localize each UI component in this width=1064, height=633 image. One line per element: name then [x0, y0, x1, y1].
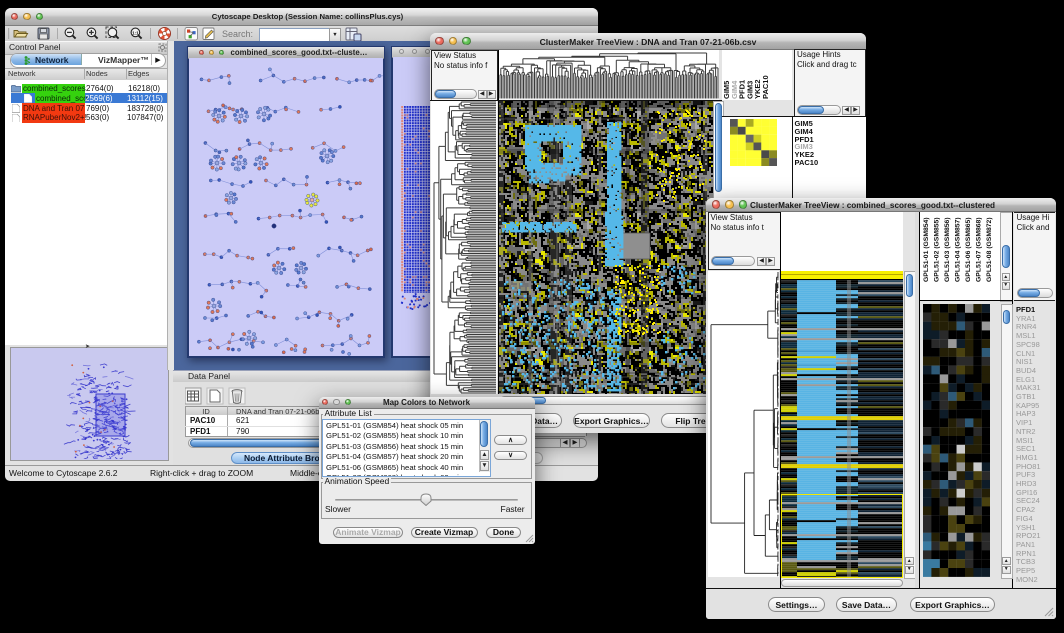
svg-text:GPL51-06 (GSM865): GPL51-06 (GSM865): [965, 217, 972, 282]
svg-text:1:1: 1:1: [132, 30, 139, 35]
svg-text:GPL51-04 (GSM857): GPL51-04 (GSM857): [955, 217, 962, 282]
svg-text:GPL51-07 (GSM868): GPL51-07 (GSM868): [976, 217, 983, 282]
svg-text:GPL51-02 (GSM855): GPL51-02 (GSM855): [934, 217, 941, 282]
svg-text:GPL51-01 (GSM854): GPL51-01 (GSM854): [923, 217, 930, 282]
svg-text:GPL51-03 (GSM856): GPL51-03 (GSM856): [944, 217, 951, 282]
svg-text:GPL51-08 (GSM872): GPL51-08 (GSM872): [986, 217, 993, 282]
svg-text:PAC10: PAC10: [761, 75, 770, 99]
